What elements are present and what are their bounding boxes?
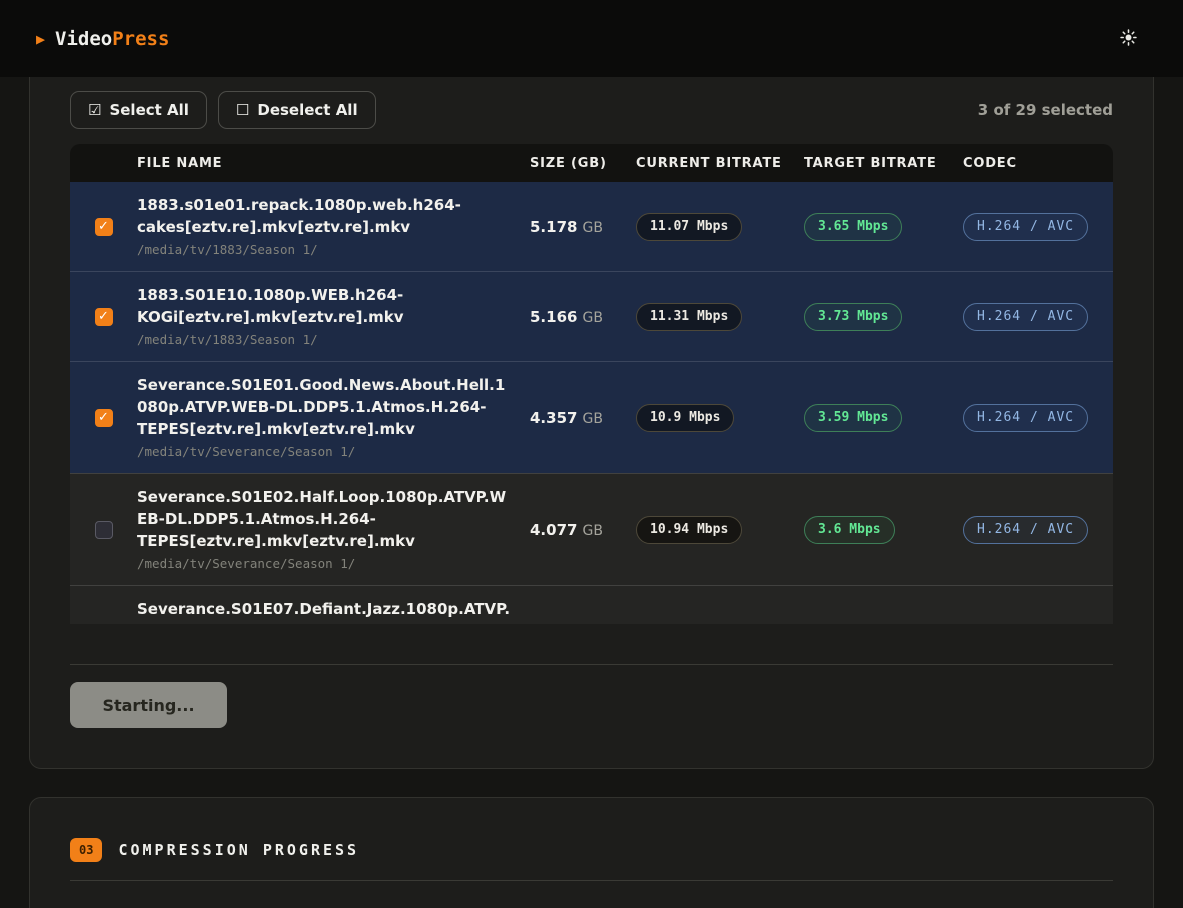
file-table[interactable]: FILE NAME SIZE (GB) CURRENT BITRATE TARG… xyxy=(70,144,1113,624)
theme-toggle-button[interactable] xyxy=(1114,23,1143,55)
brand-name-accent: Press xyxy=(112,28,169,50)
file-path: /media/tv/Severance/Season 1/ xyxy=(137,555,530,573)
codec-badge: H.264 / AVC xyxy=(963,303,1088,331)
file-size-unit: GB xyxy=(583,523,603,539)
check-icon: ✓ xyxy=(98,310,109,323)
target-bitrate-badge: 3.73 Mbps xyxy=(804,303,902,331)
file-path: /media/tv/Severance/Season 1/ xyxy=(137,443,530,461)
divider xyxy=(70,664,1113,665)
select-all-label: Select All xyxy=(109,101,188,119)
file-name: 1883.s01e01.repack.1080p.web.h264-cakes[… xyxy=(137,194,530,238)
section-header: 03 COMPRESSION PROGRESS xyxy=(70,838,1113,862)
divider xyxy=(70,880,1113,881)
file-name: 1883.S01E10.1080p.WEB.h264-KOGi[eztv.re]… xyxy=(137,284,530,328)
check-icon: ✓ xyxy=(98,411,109,424)
target-bitrate-badge: 3.59 Mbps xyxy=(804,404,902,432)
file-size-unit: GB xyxy=(583,310,603,326)
unchecked-box-icon: ☐ xyxy=(236,101,249,119)
check-icon: ✓ xyxy=(98,220,109,233)
table-body: ✓ 1883.s01e01.repack.1080p.web.h264-cake… xyxy=(70,182,1113,624)
column-header-codec: CODEC xyxy=(963,156,1113,171)
codec-badge: H.264 / AVC xyxy=(963,404,1088,432)
table-header-row: FILE NAME SIZE (GB) CURRENT BITRATE TARG… xyxy=(70,144,1113,182)
column-header-target-bitrate: TARGET BITRATE xyxy=(804,156,963,171)
checked-box-icon: ☑ xyxy=(88,101,101,119)
file-size-value: 5.178 xyxy=(530,218,577,236)
table-row[interactable]: ✓ 1883.s01e01.repack.1080p.web.h264-cake… xyxy=(70,182,1113,271)
app-logo: ▶ VideoPress xyxy=(36,28,169,50)
column-header-size: SIZE (GB) xyxy=(530,156,636,171)
file-size-value: 4.077 xyxy=(530,521,577,539)
table-row[interactable]: ✓ Severance.S01E01.Good.News.About.Hell.… xyxy=(70,361,1113,473)
section-title: COMPRESSION PROGRESS xyxy=(118,841,359,859)
current-bitrate-badge: 10.94 Mbps xyxy=(636,516,742,544)
file-size-value: 5.166 xyxy=(530,308,577,326)
app-header: ▶ VideoPress xyxy=(0,0,1183,77)
deselect-all-label: Deselect All xyxy=(257,101,357,119)
current-bitrate-badge: 11.07 Mbps xyxy=(636,213,742,241)
target-bitrate-badge: 3.65 Mbps xyxy=(804,213,902,241)
file-size-unit: GB xyxy=(583,411,603,427)
file-size-value: 4.357 xyxy=(530,409,577,427)
column-header-file-name: FILE NAME xyxy=(137,156,530,171)
play-icon: ▶ xyxy=(36,30,45,48)
file-name: Severance.S01E01.Good.News.About.Hell.10… xyxy=(137,374,530,440)
target-bitrate-badge: 3.6 Mbps xyxy=(804,516,895,544)
current-bitrate-badge: 11.31 Mbps xyxy=(636,303,742,331)
brand-name-primary: Video xyxy=(55,28,112,50)
codec-badge: H.264 / AVC xyxy=(963,516,1088,544)
file-name: Severance.S01E02.Half.Loop.1080p.ATVP.WE… xyxy=(137,486,530,552)
file-path: /media/tv/1883/Season 1/ xyxy=(137,241,530,259)
table-row[interactable]: ✓ Severance.S01E02.Half.Loop.1080p.ATVP.… xyxy=(70,473,1113,585)
file-selection-card: ☑ Select All ☐ Deselect All 3 of 29 sele… xyxy=(29,63,1154,769)
row-checkbox[interactable]: ✓ xyxy=(95,308,113,326)
row-checkbox[interactable]: ✓ xyxy=(95,521,113,539)
row-checkbox[interactable]: ✓ xyxy=(95,218,113,236)
start-compression-button[interactable]: Starting... xyxy=(70,682,227,728)
sun-icon xyxy=(1120,29,1137,49)
selection-status: 3 of 29 selected xyxy=(978,101,1113,119)
row-checkbox[interactable]: ✓ xyxy=(95,409,113,427)
selection-toolbar: ☑ Select All ☐ Deselect All 3 of 29 sele… xyxy=(70,91,1113,129)
step-number-badge: 03 xyxy=(70,838,102,862)
table-row[interactable]: ✓ 1883.S01E10.1080p.WEB.h264-KOGi[eztv.r… xyxy=(70,271,1113,361)
file-name: Severance.S01E07.Defiant.Jazz.1080p.ATVP… xyxy=(137,598,530,624)
deselect-all-button[interactable]: ☐ Deselect All xyxy=(218,91,376,129)
compression-progress-card: 03 COMPRESSION PROGRESS xyxy=(29,797,1154,908)
file-size-unit: GB xyxy=(583,220,603,236)
select-all-button[interactable]: ☑ Select All xyxy=(70,91,207,129)
file-path: /media/tv/1883/Season 1/ xyxy=(137,331,530,349)
codec-badge: H.264 / AVC xyxy=(963,213,1088,241)
current-bitrate-badge: 10.9 Mbps xyxy=(636,404,734,432)
column-header-current-bitrate: CURRENT BITRATE xyxy=(636,156,804,171)
main-content: ☑ Select All ☐ Deselect All 3 of 29 sele… xyxy=(0,63,1183,908)
table-row[interactable]: ✓ Severance.S01E07.Defiant.Jazz.1080p.AT… xyxy=(70,585,1113,624)
